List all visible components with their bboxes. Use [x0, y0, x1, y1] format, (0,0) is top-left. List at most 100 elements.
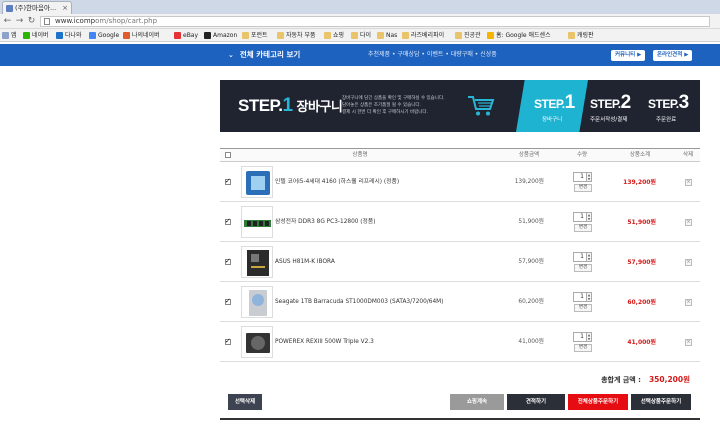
product-name[interactable]: POWEREX REXIII 500W Triple V2.3	[275, 323, 374, 362]
quantity-input[interactable]: 1	[573, 292, 587, 302]
row-checkbox[interactable]	[225, 297, 231, 305]
url-input[interactable]: www.icompom/shop/cart.php	[40, 16, 710, 27]
select-all-checkbox[interactable]	[225, 152, 231, 158]
product-name[interactable]: 인텔 코어i5-4세대 4160 (하스웰 리프레시) (정품)	[275, 163, 399, 202]
header-subtotal: 상품소계	[629, 152, 651, 158]
bookmark-item[interactable]: 나의네이버	[123, 31, 160, 40]
bookmark-folder[interactable]: 쇼핑	[324, 31, 344, 40]
bookmark-folder[interactable]: 자동차 부품	[277, 31, 316, 40]
quantity-stepper[interactable]: ▲ ▼	[587, 332, 592, 342]
product-thumbnail[interactable]	[241, 206, 273, 238]
quantity-input[interactable]: 1	[573, 172, 587, 182]
tab-title: (주)한마음아...	[15, 4, 57, 12]
product-subtotal: 60,200원	[627, 299, 656, 306]
forward-icon[interactable]: →	[14, 16, 25, 27]
bookmark-item[interactable]: 앱	[2, 31, 17, 40]
table-row: Seagate 1TB Barracuda ST1000DM003 (SATA3…	[220, 283, 700, 322]
quantity-stepper[interactable]: ▲ ▼	[587, 292, 592, 302]
bookmark-item[interactable]: 다나와	[56, 31, 82, 40]
bookmark-folder[interactable]: 진공관	[455, 31, 481, 40]
product-subtotal: 51,900원	[627, 219, 656, 226]
row-checkbox[interactable]	[225, 337, 231, 345]
quantity-change-button[interactable]: 변경	[574, 184, 592, 192]
product-thumbnail[interactable]	[241, 246, 273, 278]
product-name[interactable]: ASUS H81M-K IBORA	[275, 243, 335, 282]
quantity-stepper[interactable]: ▲ ▼	[587, 252, 592, 262]
product-thumbnail[interactable]	[241, 326, 273, 358]
table-header: 상품명 상품금액 수량 상품소계 삭제	[220, 148, 700, 162]
quantity-change-button[interactable]: 변경	[574, 224, 592, 232]
reload-icon[interactable]: ↻	[26, 16, 37, 27]
url-host: www.icomp	[55, 17, 96, 25]
quantity-stepper[interactable]: ▲ ▼	[587, 172, 592, 182]
close-tab-icon[interactable]: ×	[62, 2, 68, 14]
step3-indicator: STEP.3	[648, 92, 689, 113]
quantity-change-button[interactable]: 변경	[574, 304, 592, 312]
bookmark-item[interactable]: 홈: Google 애드센스	[487, 31, 551, 40]
community-button[interactable]: 커뮤니티 ▶	[611, 50, 646, 61]
order-all-button[interactable]: 전체상품주문하기	[568, 394, 628, 410]
quantity-input[interactable]: 1	[573, 332, 587, 342]
table-row: 삼성전자 DDR3 8G PC3-12800 (정품) 51,900원 1 ▲▼…	[220, 203, 700, 242]
delete-item-icon[interactable]: ×	[685, 339, 692, 346]
chevron-down-icon: ⌄	[228, 51, 234, 59]
order-selected-button[interactable]: 선택상품주문하기	[631, 394, 691, 410]
online-quote-button[interactable]: 온라인견적 ▶	[653, 50, 693, 61]
address-bar-row: ← → ↻ www.icompom/shop/cart.php	[0, 14, 720, 29]
quantity-stepper[interactable]: ▲ ▼	[587, 212, 592, 222]
product-name[interactable]: Seagate 1TB Barracuda ST1000DM003 (SATA3…	[275, 283, 443, 322]
product-price: 41,000원	[518, 339, 544, 345]
bookmarks-bar: 앱 네이버 다나와 Google 나의네이버 eBay Amazon 포런트 자…	[0, 29, 720, 42]
continue-shopping-button[interactable]: 쇼핑계속	[450, 394, 504, 410]
browser-tab[interactable]: (주)한마음아... ×	[2, 1, 72, 14]
bookmark-item[interactable]: eBay	[174, 31, 198, 40]
product-name[interactable]: 삼성전자 DDR3 8G PC3-12800 (정품)	[275, 203, 375, 242]
bookmark-folder[interactable]: 캐링판	[568, 31, 594, 40]
bookmark-folder[interactable]: Nas	[377, 31, 397, 40]
delete-item-icon[interactable]: ×	[685, 259, 692, 266]
table-row: POWEREX REXIII 500W Triple V2.3 41,000원 …	[220, 323, 700, 362]
step2-label: 주문서작성/결제	[590, 117, 628, 123]
total-label: 총합계 금액 :	[601, 376, 641, 384]
row-checkbox[interactable]	[225, 177, 231, 185]
quantity-input[interactable]: 1	[573, 252, 587, 262]
back-icon[interactable]: ←	[2, 16, 13, 27]
google-icon	[89, 32, 96, 39]
folder-icon	[351, 32, 358, 39]
url-path: om/shop/cart.php	[95, 17, 158, 25]
step1-heading: STEP.1 장바구니	[238, 95, 343, 116]
cart-total: 총합계 금액 : 350,200원	[220, 374, 690, 385]
site-quick-links[interactable]: 추천제품 • 구매상담 • 이벤트 • 대량구매 • 신상품	[368, 44, 497, 66]
bookmark-folder[interactable]: 라즈베리파이	[402, 31, 444, 40]
bookmark-item[interactable]: Google	[89, 31, 119, 40]
danawa-icon	[56, 32, 63, 39]
bookmark-item[interactable]: Amazon	[204, 31, 237, 40]
delete-item-icon[interactable]: ×	[685, 299, 692, 306]
quantity-change-button[interactable]: 변경	[574, 264, 592, 272]
product-price: 139,200원	[514, 179, 544, 185]
quantity-input[interactable]: 1	[573, 212, 587, 222]
bookmark-folder[interactable]: 포런트	[242, 31, 268, 40]
apps-icon	[2, 32, 9, 39]
folder-icon	[277, 32, 284, 39]
bookmark-folder[interactable]: 다이	[351, 31, 371, 40]
favicon-icon	[6, 5, 13, 12]
product-thumbnail[interactable]	[241, 286, 273, 318]
delete-item-icon[interactable]: ×	[685, 219, 692, 226]
product-price: 60,200원	[518, 299, 544, 305]
header-name: 상품명	[352, 152, 368, 158]
cart-description: 장바구니에 담긴 상품을 확인 및 구매하실 수 있습니다. 담아놓은 상품은 …	[342, 96, 445, 115]
row-checkbox[interactable]	[225, 217, 231, 225]
product-thumbnail[interactable]	[241, 166, 273, 198]
estimate-button[interactable]: 견적하기	[507, 394, 565, 410]
all-category-button[interactable]: ⌄ 전체 카테고리 보기	[228, 44, 300, 66]
delete-item-icon[interactable]: ×	[685, 179, 692, 186]
total-amount: 350,200원	[648, 375, 690, 384]
quantity-change-button[interactable]: 변경	[574, 344, 592, 352]
step2-indicator: STEP.2	[590, 92, 631, 113]
product-subtotal: 41,000원	[627, 339, 656, 346]
delete-selected-button[interactable]: 선택삭제	[228, 394, 262, 410]
bookmark-item[interactable]: 네이버	[23, 31, 49, 40]
folder-icon	[324, 32, 331, 39]
row-checkbox[interactable]	[225, 257, 231, 265]
